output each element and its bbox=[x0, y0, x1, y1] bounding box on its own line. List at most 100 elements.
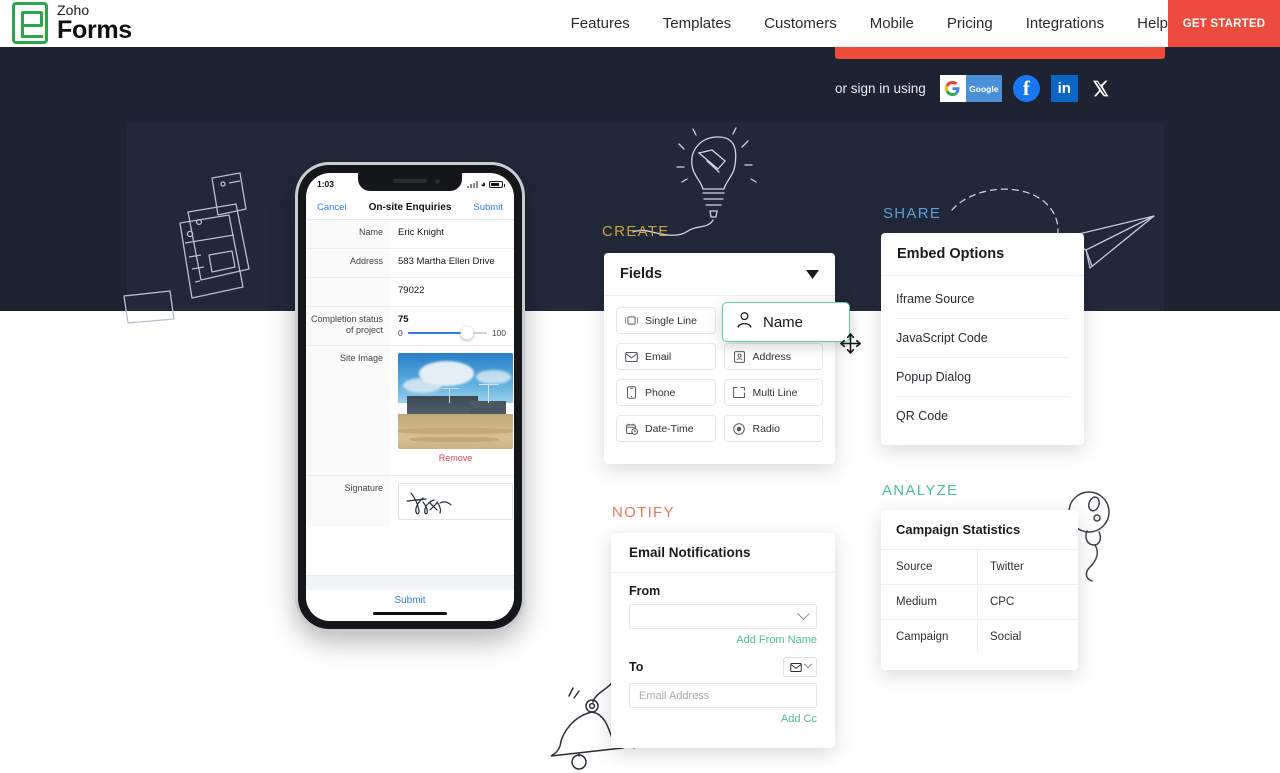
embed-option-popup-dialog[interactable]: Popup Dialog bbox=[896, 358, 1069, 397]
email-notifications-title: Email Notifications bbox=[611, 533, 835, 573]
stat-value-source: Twitter bbox=[977, 550, 1078, 584]
section-label-share: SHARE bbox=[883, 205, 942, 222]
add-from-name-link[interactable]: Add From Name bbox=[629, 634, 817, 646]
slider-knob[interactable] bbox=[460, 326, 474, 340]
embed-options-panel: Embed Options Iframe Source JavaScript C… bbox=[881, 233, 1084, 445]
form-cancel-button[interactable]: Cancel bbox=[317, 202, 347, 213]
brand-zoho-text: Zoho bbox=[57, 2, 90, 18]
form-row-name: Name Eric Knight bbox=[306, 220, 514, 249]
x-twitter-signin-icon[interactable] bbox=[1089, 75, 1113, 102]
add-cc-link[interactable]: Add Cc bbox=[629, 713, 817, 725]
field-chip-radio[interactable]: Radio bbox=[723, 415, 823, 442]
to-email-input[interactable]: Email Address bbox=[629, 683, 817, 708]
chevron-down-icon bbox=[803, 659, 812, 669]
field-value-name[interactable]: Eric Knight bbox=[390, 220, 514, 248]
section-label-create: CREATE bbox=[602, 223, 670, 240]
envelope-icon bbox=[625, 350, 638, 363]
stat-value-medium: CPC bbox=[977, 585, 1078, 619]
signup-button-clipped[interactable] bbox=[835, 47, 1165, 59]
field-chip-phone[interactable]: Phone bbox=[616, 379, 716, 406]
nav-item-integrations[interactable]: Integrations bbox=[1026, 15, 1104, 32]
brand-wordmark: Zoho Forms bbox=[57, 3, 132, 43]
chevron-down-icon[interactable] bbox=[806, 269, 819, 279]
nav-item-pricing[interactable]: Pricing bbox=[947, 15, 993, 32]
section-label-notify: NOTIFY bbox=[612, 504, 675, 521]
field-label-name: Name bbox=[306, 220, 390, 248]
signature-pad[interactable] bbox=[398, 483, 513, 520]
form-row-zip: 79022 bbox=[306, 278, 514, 307]
campaign-statistics-panel: Campaign Statistics Source Twitter Mediu… bbox=[881, 510, 1078, 670]
field-chip-multi-line[interactable]: Multi Line bbox=[723, 379, 823, 406]
embed-option-javascript-code[interactable]: JavaScript Code bbox=[896, 319, 1069, 358]
nav-item-customers[interactable]: Customers bbox=[764, 15, 837, 32]
remove-image-link[interactable]: Remove bbox=[398, 449, 513, 468]
field-label-signature: Signature bbox=[306, 476, 390, 527]
nav-item-features[interactable]: Features bbox=[571, 15, 630, 32]
embed-options-list: Iframe Source JavaScript Code Popup Dial… bbox=[881, 276, 1084, 441]
table-row: Source Twitter bbox=[881, 550, 1078, 585]
form-row-address: Address 583 Martha Ellen Drive bbox=[306, 249, 514, 278]
chevron-down-icon bbox=[797, 607, 810, 621]
field-value-address[interactable]: 583 Martha Ellen Drive bbox=[390, 249, 514, 277]
fields-panel-header[interactable]: Fields bbox=[604, 253, 835, 296]
field-value-site-image: Remove bbox=[390, 346, 514, 475]
field-chip-address[interactable]: Address bbox=[723, 343, 823, 370]
footer-submit-button[interactable]: Submit bbox=[306, 595, 514, 606]
stat-key-source: Source bbox=[896, 561, 933, 573]
form-row-signature: Signature bbox=[306, 476, 514, 527]
field-value-completion[interactable]: 75 0 100 bbox=[390, 307, 514, 345]
home-indicator bbox=[373, 611, 447, 615]
field-chip-name-dragging[interactable]: Name bbox=[722, 302, 850, 342]
completion-value: 75 bbox=[398, 314, 409, 325]
site-image-photo[interactable] bbox=[398, 353, 513, 449]
from-select[interactable] bbox=[629, 604, 817, 629]
page-root: Zoho Forms Features Templates Customers … bbox=[0, 0, 1280, 773]
slider-track[interactable] bbox=[407, 326, 487, 340]
table-row: Campaign Social bbox=[881, 620, 1078, 654]
field-chip-label: Radio bbox=[752, 422, 780, 435]
field-chip-name-label: Name bbox=[763, 313, 804, 331]
microsoft-signin-icon[interactable] bbox=[1124, 76, 1150, 102]
slider-fill bbox=[407, 332, 468, 334]
slider-max-label: 100 bbox=[491, 328, 506, 338]
mobile-form-body: Name Eric Knight Address 583 Martha Elle… bbox=[306, 220, 514, 575]
phone-mockup: 1:03 ◕ Cancel On-site Enquiries Submit N… bbox=[295, 162, 525, 632]
field-chip-date-time[interactable]: Date-Time bbox=[616, 415, 716, 442]
zoho-forms-logo[interactable]: Zoho Forms bbox=[12, 2, 132, 44]
get-started-button[interactable]: GET STARTED bbox=[1168, 0, 1280, 47]
nav-links: Features Templates Customers Mobile Pric… bbox=[571, 0, 1168, 47]
top-navigation-bar: Zoho Forms Features Templates Customers … bbox=[0, 0, 1280, 47]
field-chip-label: Address bbox=[752, 350, 792, 363]
google-g-glyph bbox=[939, 75, 966, 102]
nav-item-templates[interactable]: Templates bbox=[663, 15, 731, 32]
fields-panel-title: Fields bbox=[620, 266, 662, 282]
field-chip-single-line[interactable]: Single Line bbox=[616, 307, 716, 334]
form-submit-button[interactable]: Submit bbox=[473, 202, 503, 213]
facebook-signin-icon[interactable] bbox=[1012, 75, 1040, 102]
field-chip-label: Date-Time bbox=[645, 422, 694, 435]
field-label-zip bbox=[306, 278, 390, 306]
nav-item-help[interactable]: Help bbox=[1137, 15, 1168, 32]
google-signin-icon[interactable]: Google bbox=[939, 75, 1002, 102]
field-label-address: Address bbox=[306, 249, 390, 277]
field-label-completion: Completion status of project bbox=[306, 307, 390, 345]
completion-slider[interactable]: 0 100 bbox=[398, 326, 506, 340]
x-logo-svg bbox=[1093, 80, 1109, 97]
envelope-icon bbox=[789, 662, 802, 672]
brand-forms-text: Forms bbox=[57, 16, 132, 44]
stat-key-campaign: Campaign bbox=[896, 631, 949, 643]
table-row: Medium CPC bbox=[881, 585, 1078, 620]
field-chip-email[interactable]: Email bbox=[616, 343, 716, 370]
embed-option-iframe-source[interactable]: Iframe Source bbox=[896, 280, 1069, 319]
to-row: To bbox=[629, 657, 817, 677]
stat-value-campaign: Social bbox=[977, 620, 1078, 654]
single-line-icon bbox=[625, 314, 638, 327]
nav-item-mobile[interactable]: Mobile bbox=[870, 15, 914, 32]
phone-notch bbox=[358, 173, 462, 191]
wifi-icon: ◕ bbox=[480, 178, 486, 189]
embed-option-qr-code[interactable]: QR Code bbox=[896, 397, 1069, 435]
to-type-selector[interactable] bbox=[783, 657, 817, 677]
linkedin-signin-icon[interactable]: in bbox=[1050, 75, 1078, 102]
embed-options-title: Embed Options bbox=[881, 233, 1084, 276]
field-value-zip[interactable]: 79022 bbox=[390, 278, 514, 306]
